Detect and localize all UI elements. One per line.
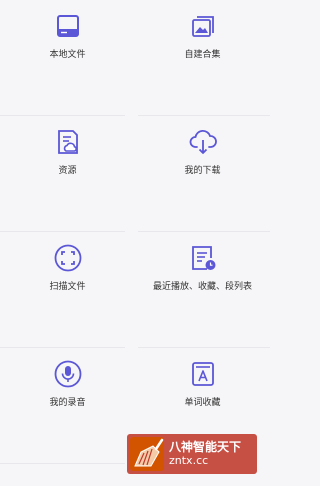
tile-custom-collection[interactable]: 自建合集 xyxy=(135,0,270,116)
word-book-icon xyxy=(191,362,214,386)
scan-icon xyxy=(54,244,81,272)
tile-label: 单词收藏 xyxy=(184,398,221,408)
tile-my-downloads[interactable]: 我的下载 xyxy=(135,116,270,232)
feature-grid: 本地文件 自建合集 资源 我的下载 扫描文件 最近播放、收藏、段列表 我的录音 … xyxy=(0,0,270,486)
tile-label: 资源 xyxy=(58,166,77,176)
row-divider xyxy=(138,231,270,232)
custom-collection-icon xyxy=(191,16,214,37)
resource-icon xyxy=(57,130,78,154)
tile-label: 自建合集 xyxy=(184,50,221,60)
watermark-title: 八神智能天下 xyxy=(169,440,242,455)
broom-logo-icon xyxy=(130,437,164,471)
tile-my-recordings[interactable]: 我的录音 xyxy=(0,348,135,464)
cloud-download-icon xyxy=(189,129,217,154)
row-divider xyxy=(0,231,125,232)
tile-label: 我的录音 xyxy=(49,398,86,408)
tile-local-files[interactable]: 本地文件 xyxy=(0,0,135,116)
row-divider xyxy=(138,115,270,116)
tile-label: 扫描文件 xyxy=(49,282,86,292)
recent-list-icon xyxy=(191,246,215,270)
row-divider xyxy=(0,347,125,348)
tile-recent-play[interactable]: 最近播放、收藏、段列表 xyxy=(135,232,270,348)
watermark-text: 八神智能天下 zntx.cc xyxy=(169,441,241,466)
tile-label: 本地文件 xyxy=(49,50,86,60)
microphone-icon xyxy=(54,360,81,388)
watermark: 八神智能天下 zntx.cc xyxy=(127,434,257,474)
watermark-subtitle: zntx.cc xyxy=(169,453,209,467)
tile-resource[interactable]: 资源 xyxy=(0,116,135,232)
row-divider xyxy=(0,463,125,464)
row-divider xyxy=(0,115,125,116)
tile-label: 我的下载 xyxy=(184,166,221,176)
tile-scan-files[interactable]: 扫描文件 xyxy=(0,232,135,348)
local-file-icon xyxy=(56,15,79,37)
tile-label: 最近播放、收藏、段列表 xyxy=(152,282,252,292)
row-divider xyxy=(138,347,270,348)
